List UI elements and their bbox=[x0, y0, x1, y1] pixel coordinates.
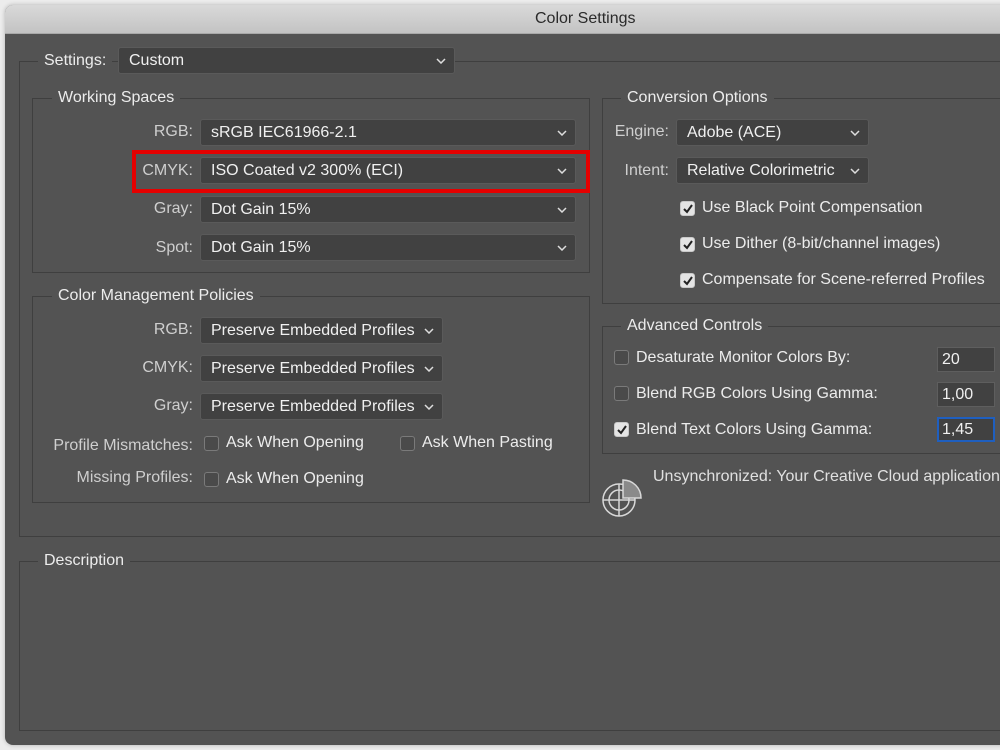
pol-cmyk-label: CMYK: bbox=[142, 359, 193, 376]
engine-label: Engine: bbox=[614, 123, 669, 140]
pol-gray-label: Gray: bbox=[153, 397, 193, 414]
pol-rgb-select[interactable]: Preserve Embedded Profiles bbox=[200, 317, 443, 344]
pol-rgb-value: Preserve Embedded Profiles bbox=[211, 322, 415, 339]
color-sync-icon bbox=[601, 476, 643, 523]
ws-gray-label: Gray: bbox=[153, 200, 193, 217]
intent-value: Relative Colorimetric bbox=[687, 162, 835, 179]
chevron-down-icon bbox=[557, 158, 567, 174]
chevron-down-icon bbox=[557, 197, 567, 213]
mismatch-ask-pasting-checkbox[interactable] bbox=[400, 436, 415, 451]
pol-gray-select[interactable]: Preserve Embedded Profiles bbox=[200, 393, 443, 420]
chevron-down-icon bbox=[424, 356, 434, 372]
settings-select[interactable]: Custom bbox=[118, 47, 455, 74]
conversion-title: Conversion Options bbox=[621, 88, 774, 108]
profile-mismatches-label: Profile Mismatches: bbox=[53, 437, 193, 454]
pol-gray-value: Preserve Embedded Profiles bbox=[211, 398, 415, 415]
scene-referred-checkbox[interactable] bbox=[680, 273, 695, 288]
ws-cmyk-select[interactable]: ISO Coated v2 300% (ECI) bbox=[200, 157, 576, 184]
description-title: Description bbox=[38, 551, 131, 571]
ws-gray-select[interactable]: Dot Gain 15% bbox=[200, 196, 576, 223]
mismatch-ask-opening-label[interactable]: Ask When Opening bbox=[226, 433, 364, 453]
engine-select[interactable]: Adobe (ACE) bbox=[676, 119, 869, 146]
pol-cmyk-value: Preserve Embedded Profiles bbox=[211, 360, 415, 377]
checkmark-icon bbox=[683, 204, 693, 214]
ws-spot-value: Dot Gain 15% bbox=[211, 239, 311, 256]
intent-select[interactable]: Relative Colorimetric bbox=[676, 157, 869, 184]
black-point-label[interactable]: Use Black Point Compensation bbox=[702, 198, 923, 218]
settings-label: Settings: bbox=[38, 51, 113, 71]
sync-status-text: Unsynchronized: Your Creative Cloud appl… bbox=[653, 468, 1000, 485]
dither-checkbox[interactable] bbox=[680, 237, 695, 252]
black-point-checkbox[interactable] bbox=[680, 201, 695, 216]
blend-rgb-checkbox[interactable] bbox=[614, 386, 629, 401]
ws-rgb-label: RGB: bbox=[153, 123, 193, 140]
chevron-down-icon bbox=[557, 120, 567, 136]
settings-value: Custom bbox=[129, 52, 185, 69]
blend-text-checkbox[interactable] bbox=[614, 422, 629, 437]
dither-label[interactable]: Use Dither (8-bit/channel images) bbox=[702, 234, 940, 254]
ws-spot-label: Spot: bbox=[155, 239, 193, 256]
mismatch-ask-opening-checkbox[interactable] bbox=[204, 436, 219, 451]
title-bar: Color Settings bbox=[5, 5, 1000, 34]
chevron-down-icon bbox=[557, 235, 567, 251]
ws-rgb-select[interactable]: sRGB IEC61966-2.1 bbox=[200, 119, 576, 146]
desaturate-checkbox[interactable] bbox=[614, 350, 629, 365]
ws-cmyk-value: ISO Coated v2 300% (ECI) bbox=[211, 162, 404, 179]
chevron-down-icon bbox=[424, 318, 434, 334]
chevron-down-icon bbox=[436, 48, 446, 64]
missing-profiles-label: Missing Profiles: bbox=[76, 469, 193, 486]
blend-text-label[interactable]: Blend Text Colors Using Gamma: bbox=[636, 420, 872, 440]
blend-rgb-gamma-input[interactable]: 1,00 bbox=[937, 382, 995, 407]
mismatch-ask-pasting-label[interactable]: Ask When Pasting bbox=[422, 433, 553, 453]
missing-ask-opening-checkbox[interactable] bbox=[204, 472, 219, 487]
scene-referred-label[interactable]: Compensate for Scene-referred Profiles bbox=[702, 270, 985, 290]
window-title: Color Settings bbox=[535, 10, 636, 27]
checkmark-icon bbox=[683, 240, 693, 250]
pol-rgb-label: RGB: bbox=[153, 321, 193, 338]
blend-text-gamma-input[interactable]: 1,45 bbox=[937, 417, 995, 442]
desaturate-label[interactable]: Desaturate Monitor Colors By: bbox=[636, 348, 850, 368]
ws-gray-value: Dot Gain 15% bbox=[211, 201, 311, 218]
color-settings-dialog: Color Settings Settings: Custom Working … bbox=[5, 5, 1000, 745]
engine-value: Adobe (ACE) bbox=[687, 124, 782, 141]
missing-ask-opening-label[interactable]: Ask When Opening bbox=[226, 469, 364, 489]
chevron-down-icon bbox=[424, 394, 434, 410]
pol-cmyk-select[interactable]: Preserve Embedded Profiles bbox=[200, 355, 443, 382]
ws-spot-select[interactable]: Dot Gain 15% bbox=[200, 234, 576, 261]
checkmark-icon bbox=[683, 276, 693, 286]
blend-rgb-label[interactable]: Blend RGB Colors Using Gamma: bbox=[636, 384, 878, 404]
ws-rgb-value: sRGB IEC61966-2.1 bbox=[211, 124, 357, 141]
policies-title: Color Management Policies bbox=[52, 286, 260, 306]
chevron-down-icon bbox=[850, 158, 860, 174]
checkmark-icon bbox=[617, 425, 627, 435]
advanced-title: Advanced Controls bbox=[621, 316, 769, 336]
description-group bbox=[19, 561, 1000, 731]
chevron-down-icon bbox=[850, 120, 860, 136]
intent-label: Intent: bbox=[624, 162, 669, 179]
ws-cmyk-label: CMYK: bbox=[142, 162, 193, 179]
desaturate-input[interactable]: 20 bbox=[937, 347, 995, 372]
working-spaces-title: Working Spaces bbox=[52, 88, 181, 108]
